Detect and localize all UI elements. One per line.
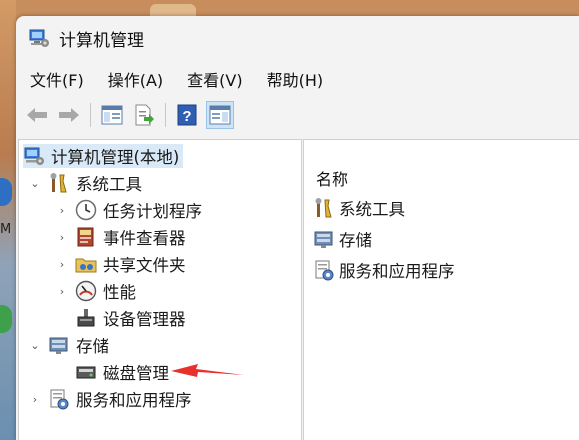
toolbar: ? [16,98,579,132]
window-title: 计算机管理 [59,30,144,51]
list-item-system-tools[interactable]: 系统工具 [313,196,405,220]
desktop-background [0,0,16,440]
menu-view[interactable]: 查看(V) [187,67,242,91]
toolbar-separator [165,103,166,127]
list-item-storage[interactable]: 存储 [313,227,372,251]
list-item-label: 服务和应用程序 [339,262,455,281]
event-viewer-icon [77,227,94,247]
shared-folder-icon [75,258,97,273]
services-apps-icon [50,389,69,410]
system-tools-icon [50,173,67,193]
tree-item-services-apps[interactable]: › 服务和应用程序 [28,387,192,411]
export-list-icon [135,104,154,126]
tree-item-system-tools[interactable]: ⌄ 系统工具 [28,171,142,195]
desktop-tab-shape [150,4,196,16]
menu-action[interactable]: 操作(A) [108,67,163,91]
services-apps-icon [315,260,334,281]
menu-file[interactable]: 文件(F) [30,67,84,91]
show-action-pane-button[interactable] [206,101,234,129]
forward-arrow-icon [59,108,79,122]
toolbar-separator [90,103,91,127]
list-item-label: 系统工具 [339,200,405,219]
show-hide-console-tree-icon [101,105,123,125]
computer-management-icon [24,147,44,165]
title-bar[interactable]: 计算机管理 [16,16,579,60]
back-button[interactable] [24,102,50,128]
performance-icon [75,280,97,302]
svg-text:?: ? [182,108,191,125]
tree-item-label: 系统工具 [76,175,142,194]
console-tree-pane: 计算机管理(本地) ⌄ 系统工具 › 任务计划程序 › 事件查看器 › 共享文件… [18,139,302,440]
computer-management-window: 计算机管理 文件(F) 操作(A) 查看(V) 帮助(H) ? 计算机管理(本地… [16,16,579,440]
tree-item-label: 设备管理器 [103,310,186,329]
computer-management-icon [29,29,49,47]
menu-bar: 文件(F) 操作(A) 查看(V) 帮助(H) [16,65,347,93]
help-button[interactable]: ? [174,102,200,128]
tree-item-label: 事件查看器 [103,229,186,248]
tree-item-label: 存储 [76,337,109,356]
tree-item-disk-management[interactable]: 磁盘管理 [75,360,169,384]
storage-icon [314,231,333,248]
list-item-services-apps[interactable]: 服务和应用程序 [313,258,455,282]
tree-item-label: 磁盘管理 [103,364,169,383]
tree-item-event-viewer[interactable]: › 事件查看器 [55,225,186,249]
device-manager-icon [77,309,95,327]
chevron-right-icon[interactable]: › [55,285,69,298]
chevron-right-icon[interactable]: › [55,204,69,217]
column-header-name[interactable]: 名称 [316,166,348,190]
clock-icon [75,199,97,221]
forward-button[interactable] [56,102,82,128]
tree-item-label: 计算机管理(本地) [51,148,180,167]
desktop-label: M [0,222,12,237]
show-action-pane-icon [209,105,231,125]
storage-icon [49,337,68,354]
tree-item-performance[interactable]: › 性能 [55,279,136,303]
help-icon: ? [177,104,197,126]
menu-help[interactable]: 帮助(H) [267,67,324,91]
chevron-right-icon[interactable]: › [55,231,69,244]
desktop-top-strip [0,0,579,16]
tree-item-label: 服务和应用程序 [76,391,192,410]
tree-item-label: 共享文件夹 [103,256,186,275]
details-pane: 名称 系统工具 存储 服务和应用程序 [303,139,579,440]
tree-item-storage[interactable]: ⌄ 存储 [28,333,109,357]
disk-management-icon [76,366,96,379]
chevron-right-icon[interactable]: › [55,258,69,271]
back-arrow-icon [27,108,47,122]
tree-item-shared-folders[interactable]: › 共享文件夹 [55,252,186,276]
show-hide-tree-button[interactable] [99,102,125,128]
tree-item-root[interactable]: 计算机管理(本地) [23,144,184,168]
tree-item-label: 性能 [103,283,136,302]
chevron-down-icon[interactable]: ⌄ [28,339,42,352]
list-item-label: 存储 [339,231,372,250]
system-tools-icon [315,198,332,218]
chevron-down-icon[interactable]: ⌄ [28,177,42,190]
tree-item-device-manager[interactable]: 设备管理器 [75,306,186,330]
tree-item-task-scheduler[interactable]: › 任务计划程序 [55,198,202,222]
tree-item-label: 任务计划程序 [103,202,202,221]
chevron-right-icon[interactable]: › [28,393,42,406]
export-list-button[interactable] [131,102,157,128]
